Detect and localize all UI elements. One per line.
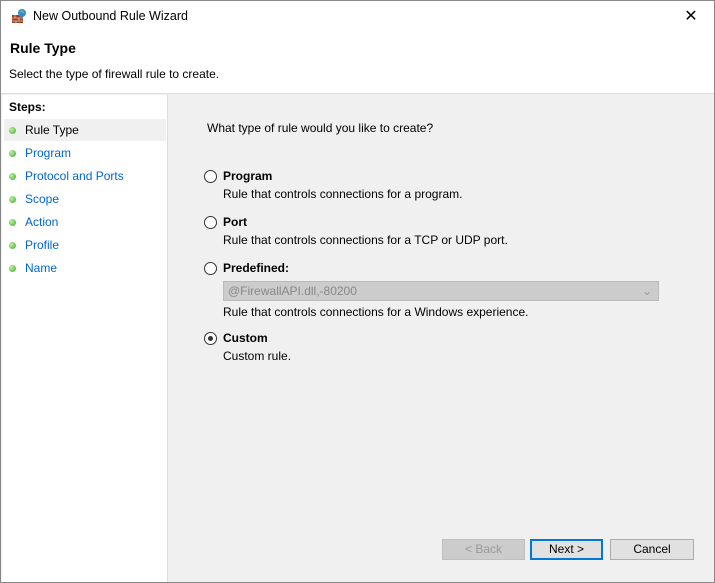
steps-panel: Steps: Rule Type Program Protocol and Po… [2,95,168,582]
step-program[interactable]: Program [4,142,166,164]
firewall-icon [12,9,26,23]
step-label: Scope [25,192,60,206]
question-label: What type of rule would you like to crea… [207,121,434,135]
wizard-window: New Outbound Rule Wizard ✕ Rule Type Sel… [0,0,715,583]
option-label: Port [223,215,247,229]
step-label: Rule Type [25,123,79,137]
cancel-button[interactable]: Cancel [610,539,694,560]
steps-heading: Steps: [9,100,46,114]
window-title: New Outbound Rule Wizard [33,9,188,23]
status-dot-icon [9,219,16,226]
status-dot-icon [9,265,16,272]
step-scope[interactable]: Scope [4,188,166,210]
status-dot-icon [9,150,16,157]
step-action[interactable]: Action [4,211,166,233]
status-dot-icon [9,127,16,134]
step-label: Protocol and Ports [25,169,124,183]
step-profile[interactable]: Profile [4,234,166,256]
radio-program[interactable] [204,170,217,183]
step-label: Name [25,261,58,275]
predefined-value: @FirewallAPI.dll,-80200 [228,284,357,298]
status-dot-icon [9,196,16,203]
chevron-down-icon: ⌄ [641,284,652,298]
option-desc: Custom rule. [223,349,292,363]
page-title: Rule Type [10,40,76,56]
page-subtitle: Select the type of firewall rule to crea… [9,67,220,81]
close-button[interactable]: ✕ [668,1,714,32]
radio-predefined[interactable] [204,262,217,275]
radio-port[interactable] [204,216,217,229]
step-name[interactable]: Name [4,257,166,279]
status-dot-icon [9,242,16,249]
radio-custom[interactable] [204,332,217,345]
main-panel: What type of rule would you like to crea… [169,95,714,582]
option-desc: Rule that controls connections for a pro… [223,187,463,201]
next-button[interactable]: Next > [530,539,603,560]
title-bar: New Outbound Rule Wizard ✕ [1,1,714,32]
step-label: Profile [25,238,60,252]
step-protocol-ports[interactable]: Protocol and Ports [4,165,166,187]
back-button[interactable]: < Back [442,539,525,560]
wizard-header: Rule Type Select the type of firewall ru… [1,32,714,94]
option-label: Program [223,169,273,183]
step-label: Program [25,146,72,160]
option-label: Custom [223,331,268,345]
option-label: Predefined: [223,261,290,275]
step-label: Action [25,215,59,229]
option-desc: Rule that controls connections for a TCP… [223,233,508,247]
step-rule-type[interactable]: Rule Type [4,119,166,141]
predefined-select[interactable]: @FirewallAPI.dll,-80200 ⌄ [223,281,659,301]
status-dot-icon [9,173,16,180]
option-desc: Rule that controls connections for a Win… [223,305,529,319]
